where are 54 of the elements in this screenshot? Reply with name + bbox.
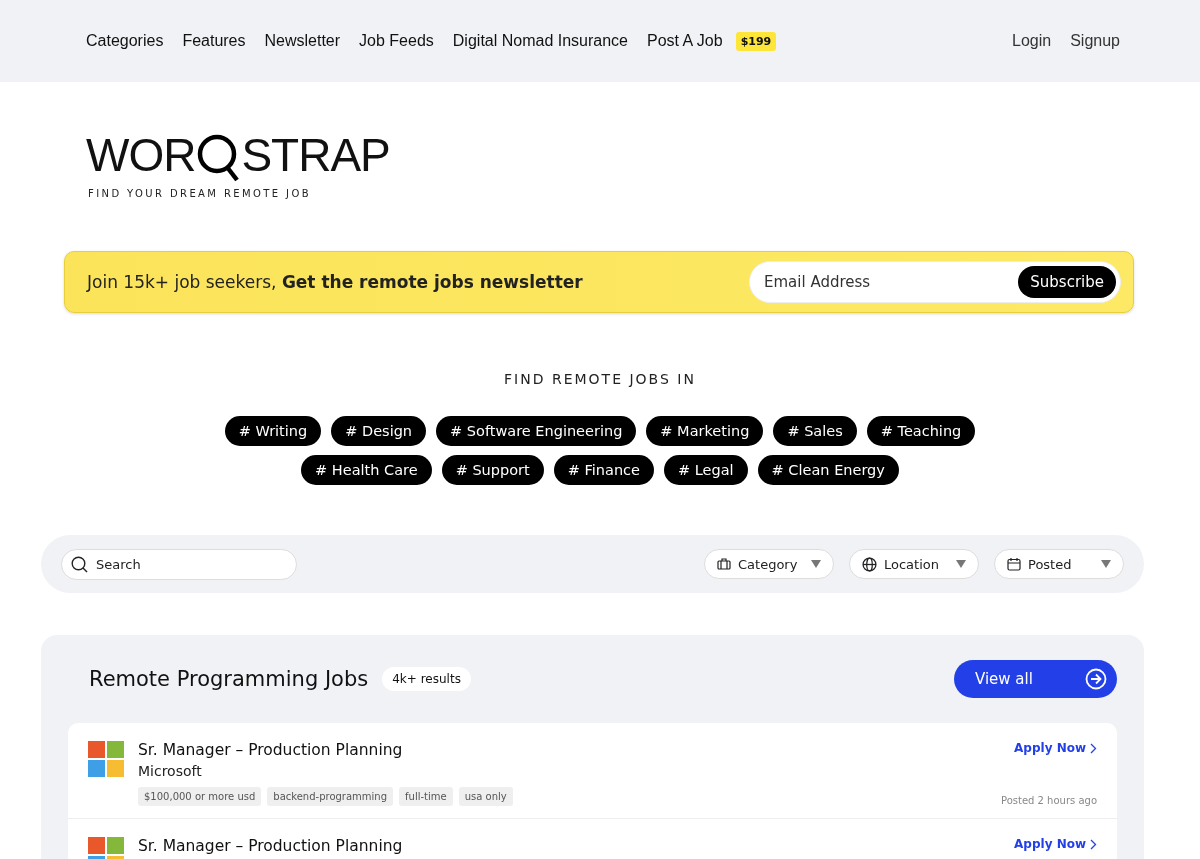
filter-dropdown[interactable]: Location [849, 549, 979, 579]
nav-link[interactable]: Job Feeds [359, 32, 434, 50]
results-count: 4k+ results [382, 667, 471, 691]
category-tag[interactable]: # Design [331, 416, 427, 446]
caret-icon [1101, 560, 1111, 568]
category-tag[interactable]: # Teaching [866, 416, 976, 446]
account-link[interactable]: Signup [1070, 32, 1120, 50]
four-squares-logo [88, 741, 124, 777]
filter-dropdown[interactable]: Category [704, 549, 834, 579]
view-all-button[interactable]: View all [954, 660, 1117, 698]
price-badge: $199 [735, 31, 777, 51]
logo-tagline: FIND YOUR DREAM REMOTE JOB [88, 188, 312, 199]
company-name: Microsoft [138, 763, 203, 779]
job-tag: $100,000 or more usd [138, 787, 262, 806]
category-tag[interactable]: # Legal [664, 455, 748, 485]
filter-dropdown[interactable]: Posted [994, 549, 1124, 579]
category-tag[interactable]: # Marketing [646, 416, 764, 446]
apply-link[interactable]: Apply Now [1014, 837, 1097, 851]
category-tag[interactable]: # Health Care [301, 455, 432, 485]
nav-link[interactable]: Post A Job [647, 32, 723, 50]
search-icon [71, 555, 88, 573]
apply-link[interactable]: Apply Now [1014, 741, 1097, 755]
nav-link[interactable]: Newsletter [264, 32, 341, 50]
caret-icon [811, 560, 821, 568]
category-tag[interactable]: # Clean Energy [757, 455, 899, 485]
newsletter-text: Join 15k+ job seekers, Get the remote jobs newsletter [87, 272, 583, 292]
search-field[interactable]: Search [61, 548, 297, 580]
logo-text: STRAP [241, 128, 391, 182]
section-heading: FIND REMOTE JOBS IN [503, 371, 697, 387]
category-tag[interactable]: # Software Engineering [436, 416, 637, 446]
nav-link[interactable]: Categories [86, 32, 164, 50]
job-tag: usa only [458, 787, 513, 806]
arrow-circle-icon [1085, 668, 1107, 690]
nav-link[interactable]: Features [182, 32, 246, 50]
category-tag[interactable]: # Writing [224, 416, 322, 446]
chevron-right-icon [1090, 742, 1097, 754]
briefcase-icon [717, 557, 731, 571]
nav-link[interactable]: Digital Nomad Insurance [452, 32, 628, 50]
job-tag: full-time [399, 787, 453, 806]
account-link[interactable]: Login [1012, 32, 1052, 50]
job-title[interactable]: Sr. Manager – Production Planning [138, 741, 987, 759]
section-title: Remote Programming Jobs [89, 667, 369, 691]
caret-icon [956, 560, 966, 568]
logo-text: WOR [86, 128, 197, 182]
subscribe-button[interactable]: Subscribe [1018, 266, 1116, 298]
category-tag[interactable]: # Finance [553, 455, 654, 485]
calendar-icon [1007, 557, 1021, 571]
globe-icon [862, 556, 877, 572]
job-tag: backend-programming [267, 787, 394, 806]
posted-time: Posted 2 hours ago [1000, 795, 1097, 806]
category-tag[interactable]: # Support [441, 455, 544, 485]
job-title[interactable]: Sr. Manager – Production Planning [138, 837, 1001, 855]
category-tag[interactable]: # Sales [773, 416, 857, 446]
chevron-right-icon [1090, 838, 1097, 850]
